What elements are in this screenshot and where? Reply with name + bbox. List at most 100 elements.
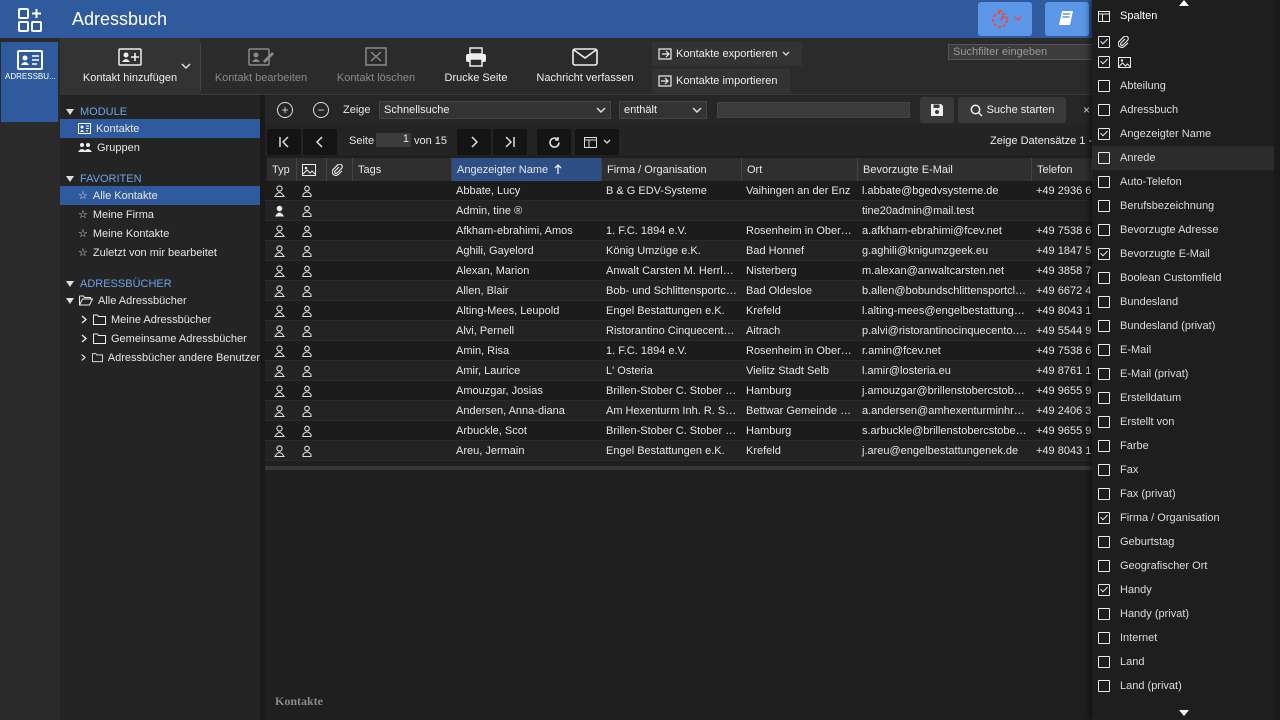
- refresh-button[interactable]: [537, 129, 571, 155]
- tree-item-other-users-addressbooks[interactable]: Adressbücher andere Benutzer: [60, 348, 260, 367]
- scroll-down-arrow-icon[interactable]: [1179, 710, 1189, 716]
- column-option[interactable]: Internet: [1092, 626, 1274, 650]
- table-row[interactable]: Aghili, Gayelord König Umzüge e.K. Bad Hon…: [265, 241, 1092, 261]
- table-row[interactable]: Alting-Mees, Leupold Engel Bestattungen e…: [265, 301, 1092, 321]
- column-checkbox[interactable]: [1098, 104, 1110, 116]
- modules-heading[interactable]: MODULE: [66, 106, 127, 118]
- column-checkbox[interactable]: [1098, 488, 1110, 500]
- column-option[interactable]: Farbe: [1092, 434, 1274, 458]
- column-header-attachments[interactable]: [327, 158, 353, 181]
- column-checkbox[interactable]: [1098, 152, 1110, 164]
- table-row[interactable]: Amouzgar, Josias Brillen-Stober C. Stober…: [265, 381, 1092, 401]
- column-checkbox[interactable]: [1098, 440, 1110, 452]
- column-checkbox[interactable]: [1098, 584, 1110, 596]
- scroll-up-arrow-icon[interactable]: [1179, 0, 1189, 6]
- column-checkbox[interactable]: [1098, 512, 1110, 524]
- page-number-input[interactable]: 1: [376, 133, 411, 147]
- table-row[interactable]: Andersen, Anna-diana Am Hexenturm Inh. R.…: [265, 401, 1092, 421]
- timetracker-button[interactable]: [978, 2, 1032, 36]
- column-checkbox[interactable]: [1098, 632, 1110, 644]
- save-filter-button[interactable]: [920, 97, 954, 123]
- column-checkbox[interactable]: [1098, 536, 1110, 548]
- favorites-heading[interactable]: FAVORITEN: [66, 173, 142, 185]
- column-option[interactable]: Berufsbezeichnung: [1092, 194, 1274, 218]
- column-header-phone[interactable]: Telefon: [1032, 158, 1092, 181]
- start-search-button[interactable]: Suche starten: [958, 97, 1066, 123]
- column-checkbox[interactable]: [1098, 272, 1110, 284]
- column-header-email[interactable]: Bevorzugte E-Mail: [858, 158, 1032, 181]
- column-header-display-name[interactable]: Angezeigter Name: [452, 158, 602, 181]
- last-page-button[interactable]: [493, 129, 527, 155]
- column-checkbox[interactable]: [1098, 224, 1110, 236]
- app-launcher-icon[interactable]: [17, 7, 43, 33]
- column-checkbox[interactable]: [1098, 464, 1110, 476]
- table-row[interactable]: Alvi, Pernell Ristorantino Cinquecent… Ait…: [265, 321, 1092, 341]
- column-option[interactable]: Boolean Customfield: [1092, 266, 1274, 290]
- column-checkbox[interactable]: [1098, 36, 1110, 48]
- export-contacts-button[interactable]: Kontakte exportieren: [652, 42, 802, 66]
- column-option[interactable]: Bevorzugte Adresse: [1092, 218, 1274, 242]
- column-option[interactable]: Bundesland: [1092, 290, 1274, 314]
- tree-item-all-contacts[interactable]: ☆ Alle Kontakte: [60, 186, 260, 205]
- close-filter-icon[interactable]: ×: [1083, 103, 1090, 117]
- column-option[interactable]: [1092, 52, 1274, 72]
- tree-item-recently-edited[interactable]: ☆ Zuletzt von mir bearbeitet: [60, 243, 260, 262]
- first-page-button[interactable]: [267, 129, 301, 155]
- table-row[interactable]: Amin, Risa 1. F.C. 1894 e.V. Rosenheim in …: [265, 341, 1092, 361]
- column-option[interactable]: Erstelldatum: [1092, 386, 1274, 410]
- column-option[interactable]: Angezeigter Name: [1092, 122, 1274, 146]
- filter-field-select[interactable]: Schnellsuche: [379, 101, 611, 119]
- column-checkbox[interactable]: [1098, 128, 1110, 140]
- addressbooks-heading[interactable]: ADRESSBÜCHER: [66, 278, 172, 290]
- column-layout-button[interactable]: [575, 129, 619, 155]
- column-checkbox[interactable]: [1098, 560, 1110, 572]
- column-checkbox[interactable]: [1098, 680, 1110, 692]
- add-filter-button[interactable]: +: [277, 102, 293, 118]
- column-checkbox[interactable]: [1098, 320, 1110, 332]
- tree-item-shared-addressbooks[interactable]: Gemeinsame Adressbücher: [60, 329, 260, 348]
- tree-item-my-contacts[interactable]: ☆ Meine Kontakte: [60, 224, 260, 243]
- table-row[interactable]: Areu, Jermain Engel Bestattungen e.K. Kref…: [265, 441, 1092, 461]
- next-page-button[interactable]: [457, 129, 491, 155]
- table-row[interactable]: Alexan, Marion Anwalt Carsten M. Herrl… Ni…: [265, 261, 1092, 281]
- compose-message-button[interactable]: Nachricht verfassen: [528, 38, 642, 95]
- column-option[interactable]: Auto-Telefon: [1092, 170, 1274, 194]
- print-page-button[interactable]: Drucke Seite: [432, 38, 520, 95]
- column-option[interactable]: Bevorzugte E-Mail: [1092, 242, 1274, 266]
- column-checkbox[interactable]: [1098, 200, 1110, 212]
- column-checkbox[interactable]: [1098, 392, 1110, 404]
- table-row[interactable]: Arbuckle, Scot Brillen-Stober C. Stober ……: [265, 421, 1092, 441]
- filter-value-input[interactable]: [717, 102, 910, 118]
- filter-operator-select[interactable]: enthält: [619, 101, 707, 119]
- table-row[interactable]: Admin, tine ® tine20admin@mail.test: [265, 201, 1092, 221]
- column-option[interactable]: Land: [1092, 650, 1274, 674]
- column-option[interactable]: Abteilung: [1092, 74, 1274, 98]
- column-option[interactable]: Land (privat): [1092, 674, 1274, 698]
- column-option[interactable]: Anrede: [1092, 146, 1274, 170]
- column-option[interactable]: Fax: [1092, 458, 1274, 482]
- column-checkbox[interactable]: [1098, 296, 1110, 308]
- column-option[interactable]: Firma / Organisation: [1092, 506, 1274, 530]
- column-checkbox[interactable]: [1098, 368, 1110, 380]
- column-option[interactable]: Adressbuch: [1092, 98, 1274, 122]
- previous-page-button[interactable]: [303, 129, 337, 155]
- import-contacts-button[interactable]: Kontakte importieren: [652, 69, 790, 93]
- column-checkbox[interactable]: [1098, 248, 1110, 260]
- column-option[interactable]: Handy (privat): [1092, 602, 1274, 626]
- column-option[interactable]: E-Mail (privat): [1092, 362, 1274, 386]
- column-option[interactable]: Geburtstag: [1092, 530, 1274, 554]
- delete-contact-button[interactable]: Kontakt löschen: [328, 38, 424, 95]
- column-checkbox[interactable]: [1098, 656, 1110, 668]
- column-checkbox[interactable]: [1098, 416, 1110, 428]
- tree-item-kontakte[interactable]: Kontakte: [60, 119, 260, 138]
- tree-item-my-company[interactable]: ☆ Meine Firma: [60, 205, 260, 224]
- column-checkbox[interactable]: [1098, 608, 1110, 620]
- column-checkbox[interactable]: [1098, 176, 1110, 188]
- book-button[interactable]: [1045, 2, 1089, 36]
- column-option[interactable]: Handy: [1092, 578, 1274, 602]
- tree-item-gruppen[interactable]: Gruppen: [60, 138, 260, 157]
- column-header-company[interactable]: Firma / Organisation: [602, 158, 742, 181]
- column-option[interactable]: Bundesland (privat): [1092, 314, 1274, 338]
- table-row[interactable]: Abbate, Lucy B & G EDV-Systeme Vaihingen a…: [265, 181, 1092, 201]
- column-option[interactable]: Erstellt von: [1092, 410, 1274, 434]
